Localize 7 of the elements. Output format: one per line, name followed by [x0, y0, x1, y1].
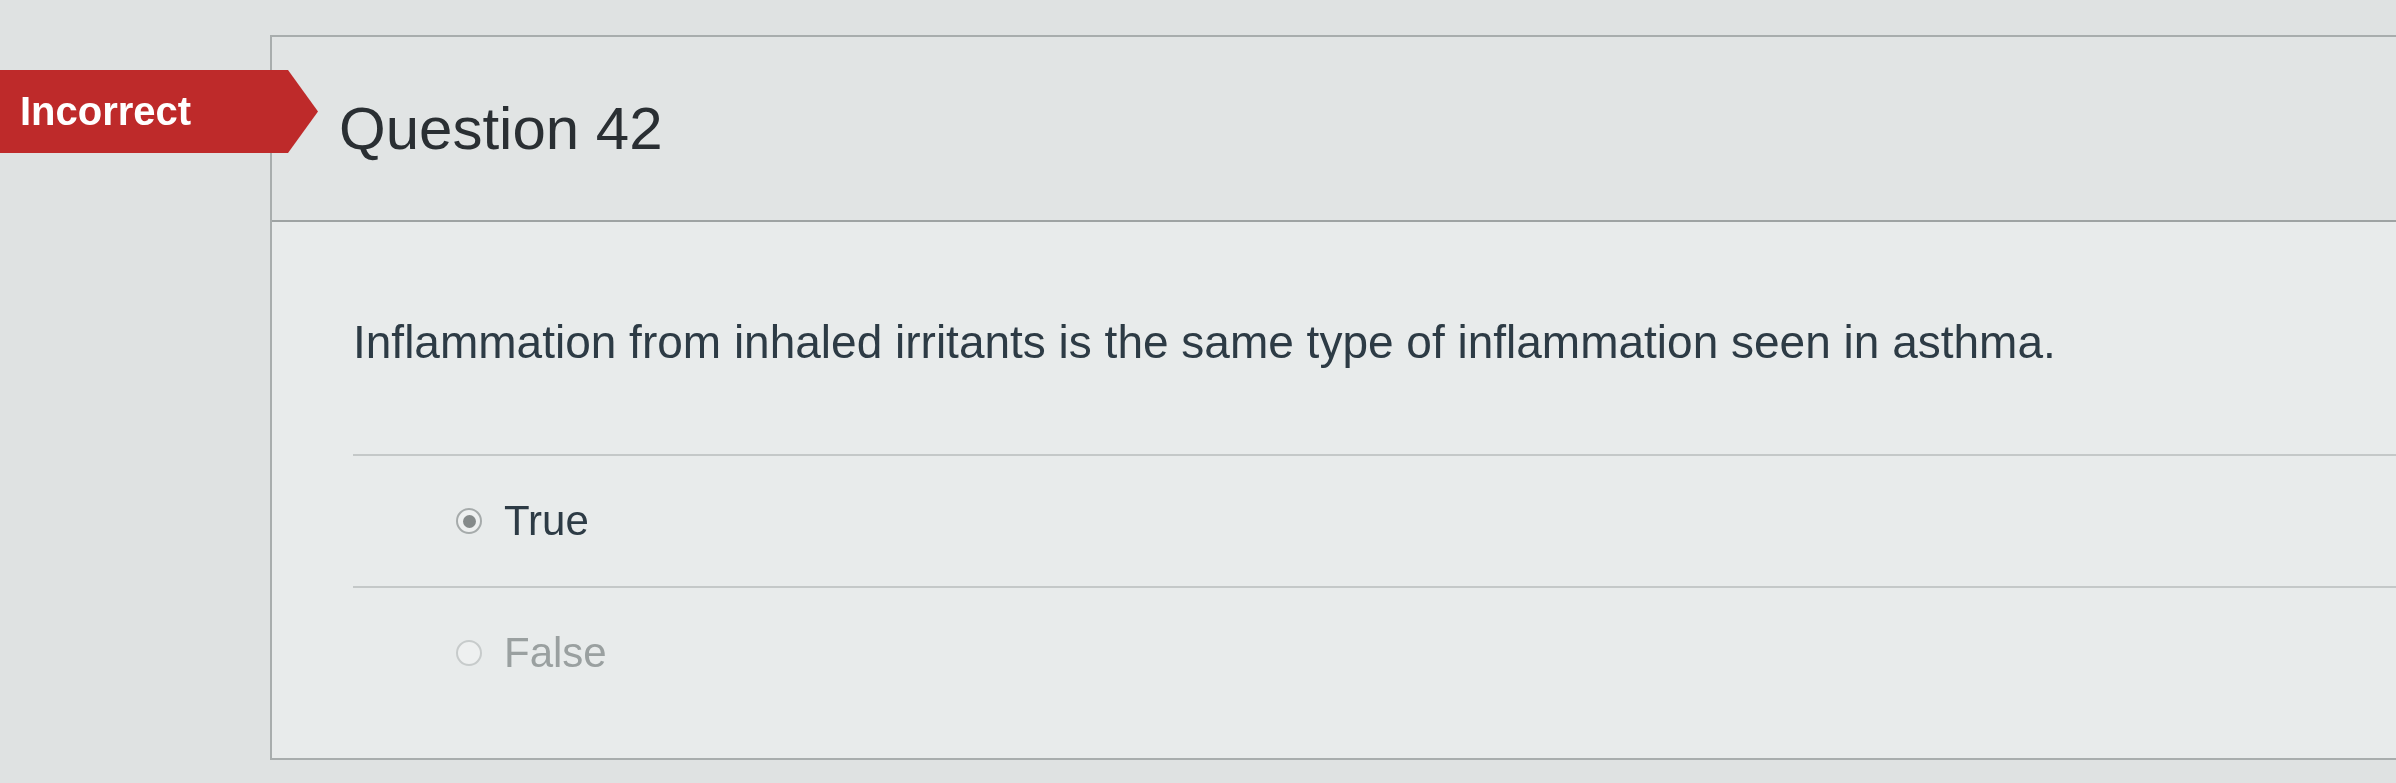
question-text: Inflammation from inhaled irritants is the same type of inflammation seen in asthma.: [353, 315, 2056, 370]
question-title: Question 42: [339, 93, 663, 164]
radio-button[interactable]: [456, 640, 482, 666]
result-flag: Incorrect: [0, 70, 318, 153]
answer-label: False: [504, 628, 607, 678]
radio-button[interactable]: [456, 508, 482, 534]
answer-label: True: [504, 496, 589, 546]
